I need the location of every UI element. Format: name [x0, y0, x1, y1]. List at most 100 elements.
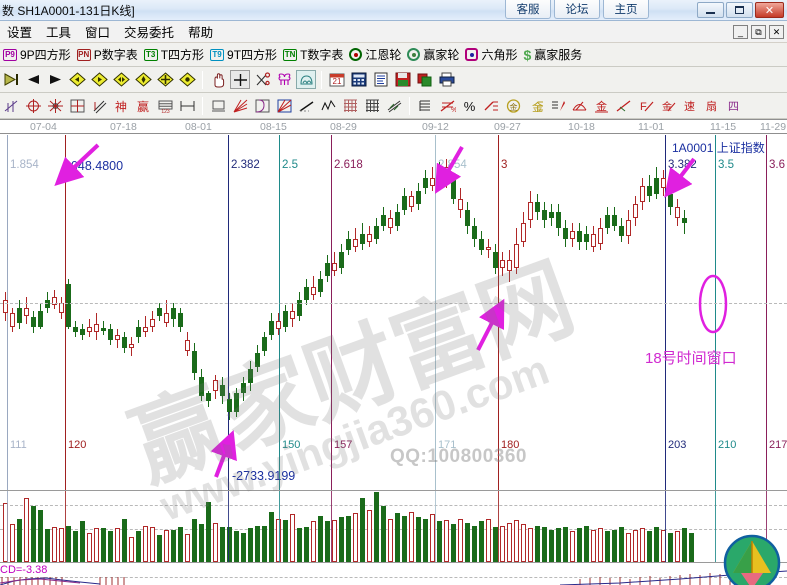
brain-icon[interactable]	[296, 70, 316, 89]
zigzag-icon[interactable]	[318, 96, 338, 115]
trendline-icon[interactable]	[1, 96, 21, 115]
prev-arrow-icon[interactable]	[23, 70, 43, 89]
ladder-icon[interactable]: 123	[155, 96, 175, 115]
box-grid-icon[interactable]	[67, 96, 87, 115]
macd-value-label: CD=-3.38	[0, 564, 48, 576]
speed-line-icon[interactable]: 速	[679, 96, 699, 115]
tool-t-square[interactable]: T3 T四方形	[141, 45, 207, 65]
next-arrow-icon[interactable]	[45, 70, 65, 89]
play-to-end-icon[interactable]	[1, 70, 21, 89]
menu-help[interactable]: 帮助	[181, 21, 220, 42]
price-panel[interactable]: 1.854 111 120 2.382 2.5 150 2.618 157 2.854 171 3 1…	[0, 135, 787, 490]
tab-forum[interactable]: 论坛	[554, 0, 600, 19]
gold-circle-icon[interactable]: 金	[503, 96, 523, 115]
grid-dark-icon[interactable]	[362, 96, 382, 115]
volume-bar	[290, 514, 295, 562]
arrow-mid	[476, 298, 505, 351]
percent-icon[interactable]: %	[459, 96, 479, 115]
menu-trade-order[interactable]: 交易委托	[117, 21, 181, 42]
drawing-tool-bar: 神 赢 123 % % 金 金 金 F 金 速 扇 四	[0, 93, 787, 119]
tool-winner-service[interactable]: $ 赢家服务	[520, 45, 585, 65]
chart-area[interactable]: 07-04 07-18 08-01 08-15 08-29 09-12 09-2…	[0, 119, 787, 585]
gann-vertical-line	[665, 491, 666, 562]
volume-bar	[381, 506, 386, 562]
save-icon[interactable]	[393, 70, 413, 89]
menu-window[interactable]: 窗口	[78, 21, 117, 42]
gold-slash-icon[interactable]: 金	[657, 96, 677, 115]
arc-fan-icon[interactable]: 扇	[701, 96, 721, 115]
channel-icon[interactable]	[89, 96, 109, 115]
crosshair-icon[interactable]	[230, 70, 250, 89]
tool-gann-wheel[interactable]: 江恩轮	[346, 45, 404, 65]
gold-lines-icon[interactable]: 金	[525, 96, 545, 115]
crosshair-target-icon[interactable]	[23, 96, 43, 115]
tool-hexagon[interactable]: 六角形	[462, 45, 520, 65]
diamond-left-icon[interactable]	[67, 70, 87, 89]
fan-box-icon[interactable]	[274, 96, 294, 115]
qq-watermark: QQ:100800360	[390, 446, 527, 467]
mdi-restore-button[interactable]: ⧉	[751, 25, 766, 39]
candle-body	[451, 180, 456, 199]
tab-homepage[interactable]: 主页	[603, 0, 649, 19]
date-axis: 07-04 07-18 08-01 08-15 08-29 09-12 09-2…	[0, 119, 787, 134]
gann-level-value: 1.854	[10, 159, 39, 171]
tool-winner-wheel[interactable]: 赢家轮	[404, 45, 462, 65]
volume-panel[interactable]	[0, 490, 787, 562]
diamond-contract-icon[interactable]	[155, 70, 175, 89]
menu-tools[interactable]: 工具	[39, 21, 78, 42]
tool-p-number-table[interactable]: PN P数字表	[74, 45, 141, 65]
print-icon[interactable]	[437, 70, 457, 89]
hand-pan-icon[interactable]	[208, 70, 228, 89]
arc-icon[interactable]	[569, 96, 589, 115]
candle-body	[38, 310, 43, 327]
fan-star-icon[interactable]	[45, 96, 65, 115]
volume-bar	[675, 531, 680, 562]
volume-bar	[591, 529, 596, 562]
volume-bar	[514, 520, 519, 562]
calculator-icon[interactable]	[349, 70, 369, 89]
candle-body	[402, 196, 407, 210]
diamond-move-icon[interactable]	[177, 70, 197, 89]
copy-icon[interactable]	[415, 70, 435, 89]
volume-bar	[395, 513, 400, 562]
retrace-icon[interactable]	[481, 96, 501, 115]
flower-icon[interactable]	[274, 70, 294, 89]
menu-settings[interactable]: 设置	[0, 21, 39, 42]
report-icon[interactable]	[371, 70, 391, 89]
tool-9t-square[interactable]: T9 9T四方形	[207, 45, 280, 65]
box-frame-icon[interactable]	[208, 96, 228, 115]
spiral-icon[interactable]	[252, 96, 272, 115]
candle-body	[444, 166, 449, 183]
minimize-button[interactable]	[697, 2, 724, 18]
restore-button[interactable]	[726, 2, 753, 18]
volume-bar	[80, 521, 85, 562]
fan-lines-icon[interactable]	[230, 96, 250, 115]
tool-t-number-table[interactable]: TN T数字表	[280, 45, 346, 65]
percent-fib-icon[interactable]: %	[437, 96, 457, 115]
tab-customer-service[interactable]: 客服	[505, 0, 551, 19]
scissors-icon[interactable]	[252, 70, 272, 89]
grid-red-icon[interactable]	[340, 96, 360, 115]
diamond-right-icon[interactable]	[89, 70, 109, 89]
four-line-icon[interactable]: 四	[723, 96, 743, 115]
mdi-close-button[interactable]: ✕	[769, 25, 784, 39]
angle-line-icon[interactable]	[296, 96, 316, 115]
shen-icon[interactable]: 神	[111, 96, 131, 115]
wave-icon[interactable]	[384, 96, 404, 115]
mdi-minimize-button[interactable]: _	[733, 25, 748, 39]
diamond-horizontal-icon[interactable]	[111, 70, 131, 89]
gold-square-icon[interactable]: 金	[591, 96, 611, 115]
steps-icon[interactable]	[415, 96, 435, 115]
macd-panel[interactable]: CD=-3.38	[0, 562, 787, 585]
close-button[interactable]: ✕	[755, 2, 784, 18]
diamond-expand-icon[interactable]	[133, 70, 153, 89]
tool-9p-square[interactable]: P9 9P四方形	[0, 45, 74, 65]
restore-icon	[735, 6, 744, 14]
date-tick: 08-29	[330, 121, 357, 133]
calendar-icon[interactable]: 21	[327, 70, 347, 89]
ying-icon[interactable]: 赢	[133, 96, 153, 115]
f-line-icon[interactable]: F	[635, 96, 655, 115]
slash-up-icon[interactable]	[613, 96, 633, 115]
pitchfork-icon[interactable]	[177, 96, 197, 115]
pen-icon[interactable]	[547, 96, 567, 115]
